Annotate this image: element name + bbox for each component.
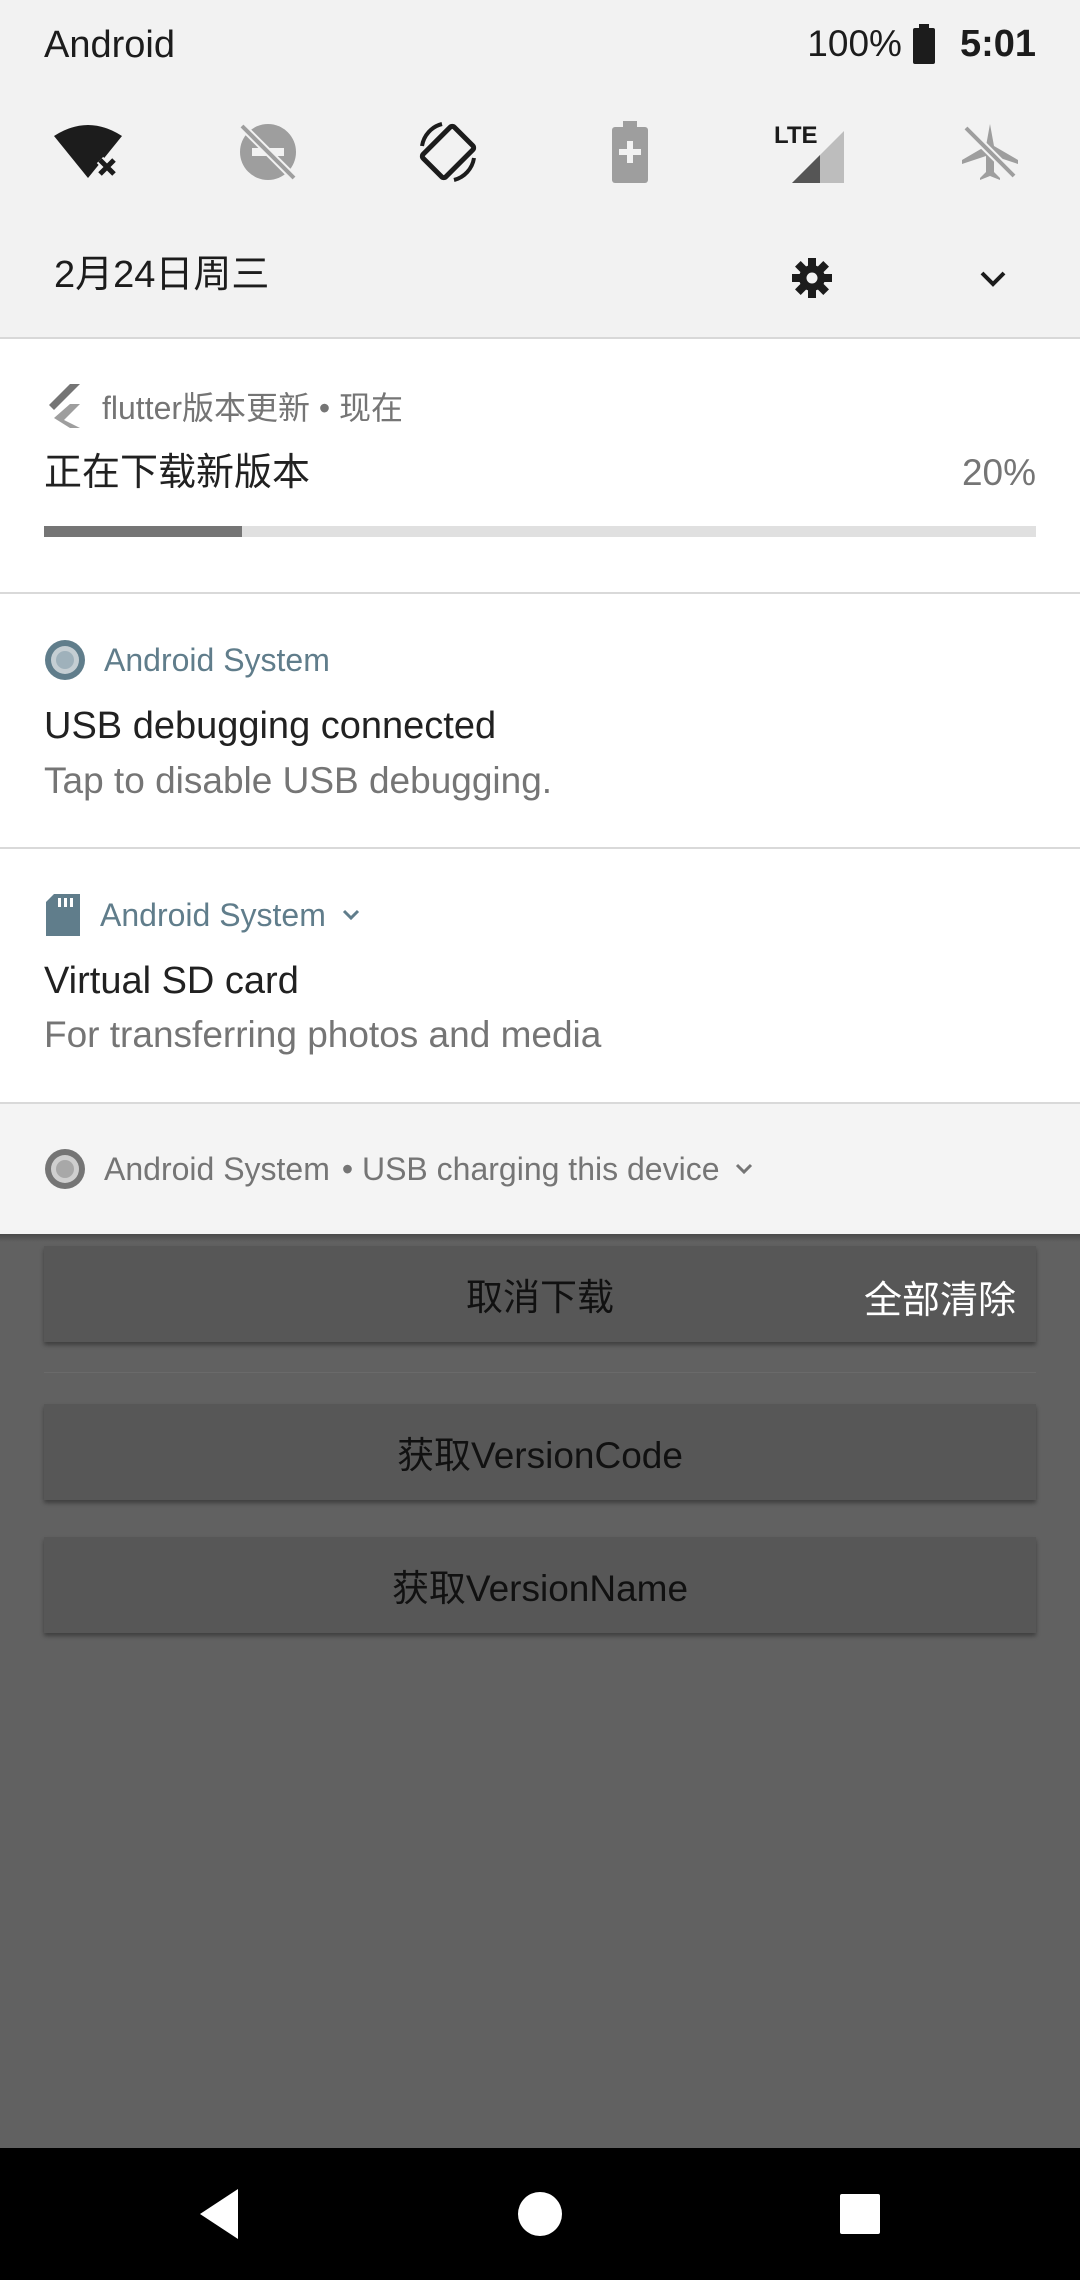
notification-summary: • USB charging this device [341,1150,720,1187]
wifi-off-icon[interactable] [48,112,128,192]
lte-signal-icon[interactable]: LTE [770,112,850,192]
date-label: 2月24日周三 [54,254,270,296]
get-version-code-button[interactable]: 获取VersionCode [44,1404,1036,1500]
clear-all-button[interactable]: 全部清除 [864,1276,1016,1326]
download-progress-bar [44,526,1036,537]
navigation-bar [0,2148,1080,2280]
download-progress-fill [44,526,242,537]
battery-percent: 100% [807,23,902,64]
divider [44,1372,1036,1373]
notification-text: For transferring photos and media [44,1014,602,1055]
status-icons: 100% 5:01 [807,18,1036,70]
shade-shadow [0,1234,1080,1242]
notification-header: flutter版本更新 • 现在 [44,380,403,432]
notification-header: Android System [44,634,330,686]
notification-header: Android System [44,889,366,941]
recents-icon [840,2194,880,2234]
auto-rotate-icon[interactable] [408,112,488,192]
android-system-icon [45,640,85,680]
notification-app-name: Android System [104,641,330,678]
flutter-icon [49,384,80,428]
notification-app-name: Android System [104,1150,330,1187]
android-system-icon [45,1149,85,1189]
get-version-name-button[interactable]: 获取VersionName [44,1537,1036,1633]
svg-text:LTE: LTE [774,122,818,149]
battery-saver-icon[interactable] [590,112,670,192]
quick-settings-panel: Android 100% 5:01 LTE 2月24日周三 [0,0,1080,339]
chevron-down-icon[interactable] [336,900,366,930]
notification-header: Android System • USB charging this devic… [44,1143,759,1195]
notification-text: Tap to disable USB debugging. [44,760,553,801]
sd-card-icon [46,894,80,936]
chevron-down-icon[interactable] [729,1154,759,1184]
carrier-label: Android [44,24,175,66]
notification-title: Virtual SD card [44,960,299,1002]
clock: 5:01 [959,22,1036,65]
airplane-mode-icon[interactable] [950,112,1030,192]
back-icon [200,2189,238,2239]
notification-title: 正在下载新版本 [44,452,311,494]
recents-button[interactable] [826,2180,894,2248]
notification-app-name: Android System [100,896,326,933]
download-percent: 20% [961,452,1036,493]
notification-title: USB debugging connected [44,705,497,747]
home-button[interactable] [506,2180,574,2248]
back-button[interactable] [186,2180,254,2248]
battery-icon [912,24,935,64]
notification-app-name: flutter版本更新 • 现在 [102,390,404,426]
gear-icon[interactable] [788,254,836,302]
home-icon [518,2192,562,2236]
do-not-disturb-off-icon[interactable] [228,112,308,192]
chevron-down-icon[interactable] [970,256,1016,302]
